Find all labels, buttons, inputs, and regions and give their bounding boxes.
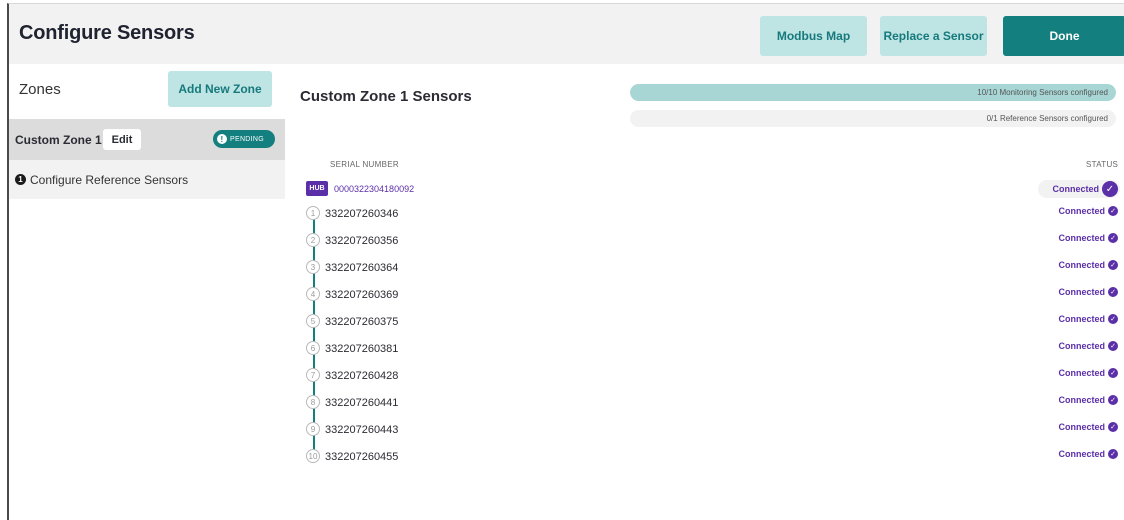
sensor-status-text: Connected	[1058, 233, 1105, 243]
hub-serial: 0000322304180092	[334, 184, 415, 194]
sensor-row: 4 332207260369 Connected ✓	[306, 287, 1120, 305]
configure-reference-label: Configure Reference Sensors	[30, 172, 189, 187]
configure-reference-sensors-item[interactable]: 1 Configure Reference Sensors	[9, 160, 285, 199]
sensor-serial: 332207260346	[325, 208, 399, 220]
sensor-status-text: Connected	[1058, 314, 1105, 324]
sensor-number: 10	[306, 449, 320, 463]
check-icon: ✓	[1108, 206, 1118, 216]
sensor-status-text: Connected	[1058, 287, 1105, 297]
sensor-number: 1	[306, 206, 320, 220]
status-column-header: STATUS	[1086, 160, 1119, 169]
sensor-number: 4	[306, 287, 320, 301]
check-icon: ✓	[1108, 233, 1118, 243]
sensor-number: 5	[306, 314, 320, 328]
sensor-status: Connected ✓	[1058, 449, 1118, 459]
serial-number-column-header: SERIAL NUMBER	[330, 160, 399, 169]
sensor-number: 6	[306, 341, 320, 355]
sensor-serial: 332207260369	[325, 289, 399, 301]
check-icon: ✓	[1108, 287, 1118, 297]
sensor-row: 2 332207260356 Connected ✓	[306, 233, 1120, 251]
sensor-number: 7	[306, 368, 320, 382]
hub-badge: HUB	[306, 181, 328, 196]
done-button[interactable]: Done	[1003, 16, 1124, 56]
sensor-number: 2	[306, 233, 320, 247]
reference-progress-text: 0/1 Reference Sensors configured	[986, 114, 1108, 123]
zones-heading: Zones	[19, 81, 61, 98]
sensor-row: 1 332207260346 Connected ✓	[306, 206, 1120, 224]
sensor-status: Connected ✓	[1058, 206, 1118, 216]
sensor-number: 8	[306, 395, 320, 409]
check-icon: ✓	[1108, 368, 1118, 378]
zone-name: Custom Zone 1	[15, 133, 102, 147]
pending-status-badge: ! PENDING	[213, 130, 275, 148]
modbus-map-button[interactable]: Modbus Map	[760, 16, 867, 56]
sensor-row: 3 332207260364 Connected ✓	[306, 260, 1120, 278]
sensor-row: 5 332207260375 Connected ✓	[306, 314, 1120, 332]
sensor-status: Connected ✓	[1058, 368, 1118, 378]
sensor-row: 10 332207260455 Connected ✓	[306, 449, 1120, 467]
edit-zone-button[interactable]: Edit	[103, 129, 141, 150]
replace-sensor-button[interactable]: Replace a Sensor	[880, 16, 987, 56]
monitoring-progress-bar: 10/10 Monitoring Sensors configured	[630, 84, 1116, 101]
sensor-status-text: Connected	[1058, 395, 1105, 405]
sensor-row: 6 332207260381 Connected ✓	[306, 341, 1120, 359]
info-icon: !	[217, 134, 227, 144]
sensor-serial: 332207260356	[325, 235, 399, 247]
sensor-row: 8 332207260441 Connected ✓	[306, 395, 1120, 413]
sensor-serial: 332207260381	[325, 343, 399, 355]
sensor-number: 3	[306, 260, 320, 274]
sensor-row: 9 332207260443 Connected ✓	[306, 422, 1120, 440]
sensor-status: Connected ✓	[1058, 422, 1118, 432]
header-bar: Configure Sensors Modbus Map Replace a S…	[9, 4, 1124, 64]
check-icon: ✓	[1108, 422, 1118, 432]
sensor-serial: 332207260375	[325, 316, 399, 328]
sensor-serial: 332207260441	[325, 397, 399, 409]
sensor-status-text: Connected	[1058, 260, 1105, 270]
hub-row: HUB 0000322304180092 Connected ✓	[306, 180, 1120, 198]
sensor-status-text: Connected	[1058, 449, 1105, 459]
zones-sidebar: Zones Add New Zone Custom Zone 1 Edit ! …	[9, 64, 285, 520]
sensor-status-text: Connected	[1058, 368, 1105, 378]
check-icon: ✓	[1108, 260, 1118, 270]
check-icon: ✓	[1108, 341, 1118, 351]
check-icon: ✓	[1102, 181, 1118, 197]
step-number-badge: 1	[15, 174, 26, 185]
sensor-status: Connected ✓	[1058, 395, 1118, 405]
sensor-number: 9	[306, 422, 320, 436]
sensor-serial: 332207260364	[325, 262, 399, 274]
hub-status-text: Connected	[1052, 184, 1099, 194]
add-new-zone-button[interactable]: Add New Zone	[168, 71, 272, 107]
hub-status: Connected ✓	[1038, 180, 1120, 198]
check-icon: ✓	[1108, 314, 1118, 324]
sensor-status: Connected ✓	[1058, 341, 1118, 351]
reference-progress-bar: 0/1 Reference Sensors configured	[630, 110, 1116, 127]
sensor-serial: 332207260455	[325, 451, 399, 463]
pending-badge-label: PENDING	[230, 135, 264, 143]
zone-item-custom-zone-1[interactable]: Custom Zone 1 Edit ! PENDING	[9, 119, 285, 160]
sensor-status: Connected ✓	[1058, 314, 1118, 324]
sensor-status-text: Connected	[1058, 341, 1105, 351]
sensor-status: Connected ✓	[1058, 287, 1118, 297]
sensors-panel: Custom Zone 1 Sensors 10/10 Monitoring S…	[286, 64, 1124, 520]
check-icon: ✓	[1108, 395, 1118, 405]
sensor-status-text: Connected	[1058, 206, 1105, 216]
sensor-status: Connected ✓	[1058, 260, 1118, 270]
check-icon: ✓	[1108, 449, 1118, 459]
page-title: Configure Sensors	[19, 22, 195, 44]
sensor-status-text: Connected	[1058, 422, 1105, 432]
sensor-status: Connected ✓	[1058, 233, 1118, 243]
sensor-serial: 332207260443	[325, 424, 399, 436]
monitoring-progress-text: 10/10 Monitoring Sensors configured	[977, 88, 1108, 97]
sensor-row: 7 332207260428 Connected ✓	[306, 368, 1120, 386]
sensor-serial: 332207260428	[325, 370, 399, 382]
panel-title: Custom Zone 1 Sensors	[300, 88, 472, 105]
